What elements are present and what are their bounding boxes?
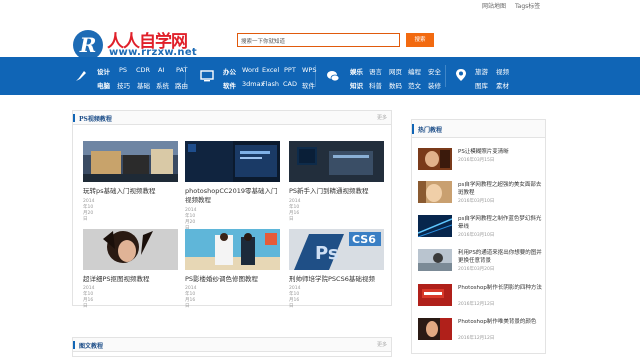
nav-item[interactable]: 网页 bbox=[389, 66, 402, 76]
video-title[interactable]: 玩转ps基础入门视频教程 bbox=[83, 187, 181, 196]
nav-item[interactable]: 素材 bbox=[496, 80, 509, 90]
hot-item[interactable]: Photoshop制作长阴影的四种方法 2016年12月12日 bbox=[418, 284, 542, 308]
nav-item[interactable]: WPS bbox=[302, 66, 316, 74]
nav-item[interactable]: 软件 bbox=[223, 80, 236, 90]
hot-item[interactable]: PS让模糊照片变清晰 2016年03月15日 bbox=[418, 148, 542, 172]
hot-title[interactable]: PS让模糊照片变清晰 bbox=[458, 148, 544, 156]
nav-item[interactable]: 科普 bbox=[369, 80, 382, 90]
ps-video-panel: PS视频教程 更多 玩转ps基础入门视频教程 2014年10月20日 photo… bbox=[72, 110, 392, 309]
tags-link[interactable]: Tags标签 bbox=[515, 1, 540, 10]
nav-item[interactable]: PAT bbox=[176, 66, 187, 74]
sitemap-link[interactable]: 网站地图 bbox=[482, 1, 506, 10]
header: R 人人自学网 www.rrzxw.net 搜索一下你就知道 搜索 bbox=[0, 12, 640, 60]
svg-text:Ps: Ps bbox=[315, 243, 339, 264]
hot-thumbnail bbox=[418, 284, 452, 306]
chat-icon bbox=[327, 71, 340, 82]
nav-item[interactable]: 知识 bbox=[350, 80, 363, 90]
hot-date: 2016年03月10日 bbox=[458, 233, 495, 238]
video-date: 2014年10月16日 bbox=[185, 286, 197, 309]
video-thumbnail bbox=[83, 141, 178, 182]
video-thumbnail bbox=[185, 229, 280, 270]
nav-item[interactable]: 装修 bbox=[428, 80, 441, 90]
video-thumbnail bbox=[185, 141, 280, 182]
nav-item[interactable]: 设计 bbox=[97, 66, 110, 76]
hot-title[interactable]: Photoshop制作长阴影的四种方法 bbox=[458, 284, 544, 292]
hot-thumbnail bbox=[418, 181, 452, 203]
nav-item[interactable]: 视频 bbox=[496, 66, 509, 76]
video-title[interactable]: 刑帅师培学院PSCS6基础视频 bbox=[289, 275, 387, 284]
hot-title[interactable]: ps自学网教程之超强的美女面部去斑教程 bbox=[458, 181, 544, 197]
nav-item[interactable]: 数码 bbox=[389, 80, 402, 90]
nav-item[interactable]: Excel bbox=[262, 66, 279, 74]
nav-item[interactable]: 语言 bbox=[369, 66, 382, 76]
hot-thumbnail bbox=[418, 249, 452, 271]
video-date: 2014年10月16日 bbox=[289, 199, 301, 222]
nav-item[interactable]: Flash bbox=[262, 80, 279, 88]
hot-item[interactable]: 利用PS的通道来抠出你想要的图并更换任意背景 2016年03月20日 bbox=[418, 249, 542, 273]
panel-title: 热门教程 bbox=[418, 127, 443, 134]
brush-icon bbox=[76, 71, 86, 81]
hot-thumbnail bbox=[418, 148, 452, 170]
hot-title[interactable]: Photoshop制作唯美背景的颜色 bbox=[458, 318, 544, 326]
top-bar: 网站地图 Tags标签 bbox=[0, 0, 640, 12]
nav-item[interactable]: 办公 bbox=[223, 66, 236, 76]
nav-item[interactable]: 路由 bbox=[175, 80, 188, 90]
nav-item[interactable]: Word bbox=[242, 66, 259, 74]
location-icon bbox=[456, 69, 466, 81]
nav-item[interactable]: AI bbox=[158, 66, 164, 74]
nav-item[interactable]: 范文 bbox=[408, 80, 421, 90]
nav-item[interactable]: 基础 bbox=[137, 80, 150, 90]
hot-tutorials-panel: 热门教程 PS让模糊照片变清晰 2016年03月15日 ps自学网教程之超强的美… bbox=[411, 119, 546, 354]
video-thumbnail: Ps CS6 bbox=[289, 229, 384, 270]
text-tutorial-panel: 图文教程 更多 bbox=[72, 337, 392, 357]
panel-header: 热门教程 bbox=[412, 120, 545, 138]
nav-item[interactable]: 电脑 bbox=[97, 80, 110, 90]
hot-date: 2016年03月15日 bbox=[458, 158, 495, 163]
hot-thumbnail bbox=[418, 215, 452, 237]
hot-item[interactable]: ps自学网教程之制作蓝色梦幻斜光晕线 2016年03月10日 bbox=[418, 215, 542, 239]
nav-item[interactable]: 技巧 bbox=[117, 80, 130, 90]
video-thumbnail bbox=[83, 229, 178, 270]
nav-item[interactable]: CAD bbox=[283, 80, 297, 88]
hot-date: 2016年03月20日 bbox=[458, 267, 495, 272]
video-thumbnail bbox=[289, 141, 384, 182]
main-nav: 设计 PS CDR AI PAT 电脑 技巧 基础 系统 路由 办公 Word … bbox=[0, 57, 640, 95]
hot-item[interactable]: ps自学网教程之超强的美女面部去斑教程 2016年03月10日 bbox=[418, 181, 542, 205]
nav-item[interactable]: 图库 bbox=[475, 80, 488, 90]
nav-item[interactable]: 系统 bbox=[156, 80, 169, 90]
hot-item[interactable]: Photoshop制作唯美背景的颜色 2016年12月12日 bbox=[418, 318, 542, 342]
nav-item[interactable]: 软件 bbox=[302, 80, 315, 90]
video-date: 2014年10月20日 bbox=[185, 208, 197, 231]
search-input[interactable]: 搜索一下你就知道 bbox=[237, 33, 400, 47]
hot-title[interactable]: ps自学网教程之制作蓝色梦幻斜光晕线 bbox=[458, 215, 544, 231]
video-title[interactable]: 超详细PS抠图视频教程 bbox=[83, 275, 181, 284]
nav-item[interactable]: 编程 bbox=[408, 66, 421, 76]
panel-header: 图文教程 更多 bbox=[73, 338, 391, 352]
hot-date: 2016年12月12日 bbox=[458, 302, 495, 307]
panel-title: PS视频教程 bbox=[79, 116, 112, 123]
logo-emblem: R bbox=[73, 30, 103, 60]
nav-item[interactable]: CDR bbox=[136, 66, 150, 74]
search-button[interactable]: 搜索 bbox=[406, 33, 434, 47]
hot-date: 2016年12月12日 bbox=[458, 336, 495, 341]
nav-item[interactable]: 娱乐 bbox=[350, 66, 363, 76]
video-date: 2014年10月16日 bbox=[83, 286, 95, 309]
hot-date: 2016年03月10日 bbox=[458, 199, 495, 204]
video-title[interactable]: photoshopCC2019零基础入门视频教程 bbox=[185, 187, 283, 205]
more-link[interactable]: 更多 bbox=[377, 341, 387, 348]
video-date: 2014年10月16日 bbox=[289, 286, 301, 309]
nav-item[interactable]: PS bbox=[119, 66, 127, 74]
nav-item[interactable]: 旅游 bbox=[475, 66, 488, 76]
nav-item[interactable]: PPT bbox=[284, 66, 296, 74]
hot-thumbnail bbox=[418, 318, 452, 340]
nav-item[interactable]: 安全 bbox=[428, 66, 441, 76]
more-link[interactable]: 更多 bbox=[377, 114, 387, 121]
hot-title[interactable]: 利用PS的通道来抠出你想要的图并更换任意背景 bbox=[458, 249, 544, 265]
panel-header: PS视频教程 更多 bbox=[73, 111, 391, 125]
video-title[interactable]: PS影楼婚纱调色修图教程 bbox=[185, 275, 283, 284]
video-date: 2014年10月20日 bbox=[83, 199, 95, 222]
monitor-icon bbox=[200, 70, 214, 82]
video-title[interactable]: PS新手入门到精通视频教程 bbox=[289, 187, 387, 196]
svg-text:CS6: CS6 bbox=[352, 233, 376, 246]
